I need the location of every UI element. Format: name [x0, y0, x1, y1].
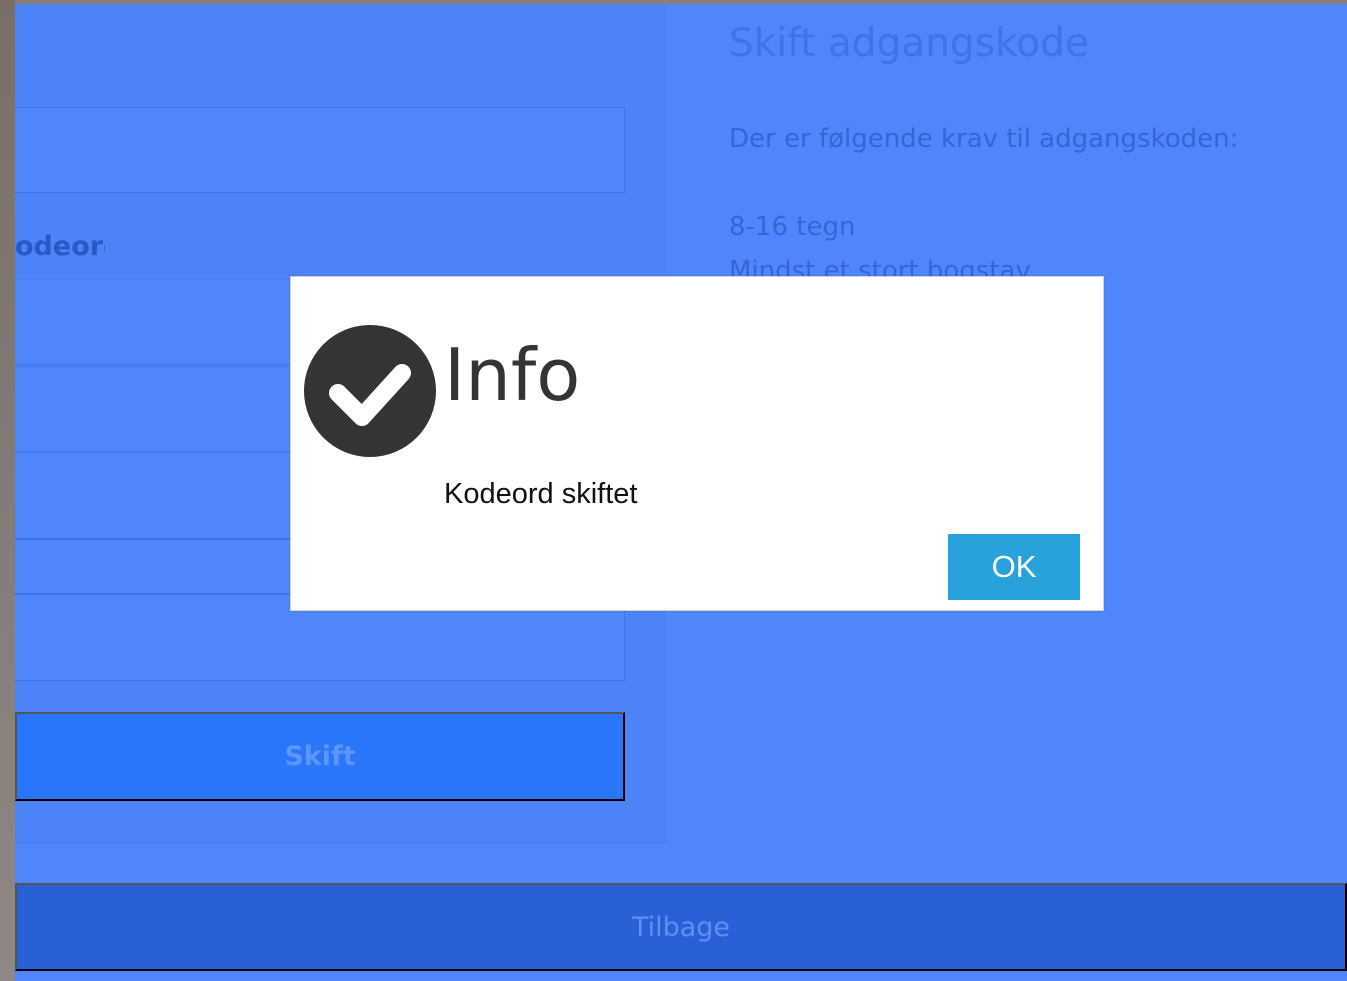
window-left-edge: [0, 0, 15, 981]
new-password-label: odeord: [15, 233, 105, 260]
screen: odeord deord Skift Skift adgangskode Der…: [0, 0, 1347, 981]
back-button[interactable]: Tilbage: [15, 883, 1347, 971]
requirement-length: 8-16 tegn: [729, 212, 856, 242]
bottom-spacing: [15, 971, 1347, 981]
ok-button[interactable]: OK: [948, 534, 1080, 600]
dialog-title: Info: [444, 333, 581, 417]
current-password-field[interactable]: [15, 107, 625, 193]
change-password-button[interactable]: Skift: [15, 712, 625, 801]
requirements-title: Skift adgangskode: [729, 21, 1089, 66]
dialog-message: Kodeord skiftet: [444, 478, 638, 510]
requirements-intro: Der er følgende krav til adgangskoden:: [729, 124, 1239, 154]
check-circle-icon: [304, 325, 436, 457]
info-dialog: Info Kodeord skiftet OK: [290, 276, 1104, 611]
